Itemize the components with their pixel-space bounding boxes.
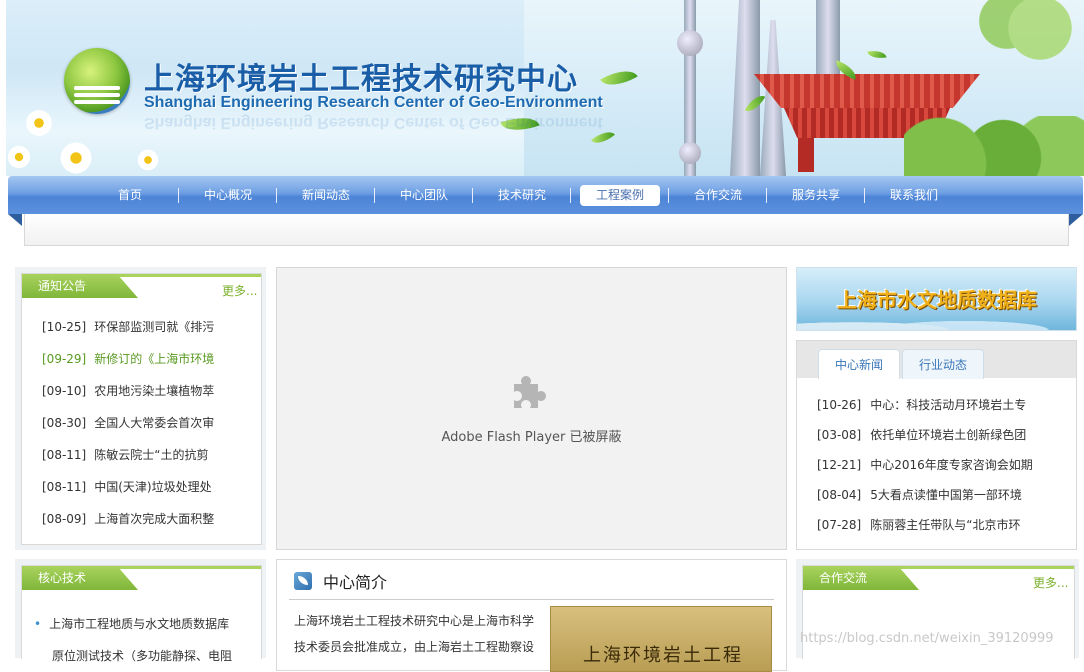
site-subtitle-reflection: Shanghai Engineering Research Center of … <box>144 114 603 131</box>
notice-item[interactable]: [08-11] 中国(天津)垃圾处理处 <box>42 478 212 495</box>
notice-text: 中国(天津)垃圾处理处 <box>94 480 212 494</box>
news-item[interactable]: [10-26] 中心：科技活动月环境岩土专 <box>817 396 1026 413</box>
notice-text: 上海首次完成大面积整 <box>94 512 215 526</box>
notice-panel: 通知公告 更多... [10-25] 环保部监测司就《排污 [09-29] 新修订的… <box>21 273 262 545</box>
notice-text: 新修订的《上海市环境 <box>94 352 215 366</box>
cooperation-title: 合作交流 <box>803 566 919 590</box>
news-text: 中心：科技活动月环境岩土专 <box>870 398 1027 412</box>
nav-separator <box>276 188 277 203</box>
news-item[interactable]: [12-21] 中心2016年度专家咨询会如期 <box>817 456 1033 473</box>
nav-research[interactable]: 技术研究 <box>490 185 554 206</box>
hydrogeology-database-banner[interactable]: 上海市水文地质数据库 <box>796 267 1077 331</box>
nav-news[interactable]: 新闻动态 <box>294 185 358 206</box>
news-date: [12-21] <box>817 458 862 472</box>
center-intro-panel: 中心简介 上海环境岩土工程技术研究中心是上海市科学技术委员会批准成立，由上海岩土… <box>276 559 787 672</box>
news-text: 依托单位环境岩土创新绿色团 <box>870 428 1027 442</box>
notice-item[interactable]: [09-29] 新修订的《上海市环境 <box>42 350 214 367</box>
nav-home[interactable]: 首页 <box>106 185 154 206</box>
news-item[interactable]: [08-04] 5大看点读懂中国第一部环境 <box>817 486 1022 503</box>
news-date: [08-04] <box>817 488 862 502</box>
logo-icon <box>64 48 130 114</box>
plugin-puzzle-icon <box>514 376 546 408</box>
pearl-tower-sphere <box>677 30 703 56</box>
trees-image <box>904 116 1084 176</box>
nav-edge-left <box>8 214 22 226</box>
nav-separator <box>374 188 375 203</box>
notice-date: [08-09] <box>42 512 87 526</box>
notice-more-link[interactable]: 更多... <box>222 282 257 299</box>
center-intro-title: 中心简介 <box>323 573 388 592</box>
news-tabs-panel: 中心新闻 行业动态 [10-26] 中心：科技活动月环境岩土专 [03-08] 依托… <box>796 340 1077 550</box>
sub-nav-bar <box>24 214 1069 246</box>
tab-industry-news[interactable]: 行业动态 <box>902 349 984 379</box>
cooperation-more-link[interactable]: 更多... <box>1033 574 1068 591</box>
core-tech-title: 核心技术 <box>22 566 138 590</box>
notice-date: [10-25] <box>42 320 87 334</box>
notice-date: [08-30] <box>42 416 87 430</box>
watermark-text: https://blog.csdn.net/weixin_39120999 <box>800 631 1054 646</box>
hydrogeology-banner-text: 上海市水文地质数据库 <box>837 288 1037 312</box>
daisy-icon <box>58 140 94 176</box>
notice-item[interactable]: [08-11] 陈敏云院士“土的抗剪 <box>42 446 208 463</box>
nav-team[interactable]: 中心团队 <box>392 185 456 206</box>
tab-center-news[interactable]: 中心新闻 <box>818 349 900 379</box>
core-tech-panel: 核心技术 • 上海市工程地质与水文地质数据库 原位测试技术（多功能静探、电阻 <box>21 565 262 663</box>
news-date: [07-28] <box>817 518 862 532</box>
core-tech-text: 上海市工程地质与水文地质数据库 <box>49 617 230 631</box>
nav-separator <box>570 188 571 203</box>
notice-item[interactable]: [09-10] 农用地污染土壤植物萃 <box>42 382 214 399</box>
nav-cooperation[interactable]: 合作交流 <box>686 185 750 206</box>
core-tech-text: 原位测试技术（多功能静探、电阻 <box>52 649 233 663</box>
site-subtitle: Shanghai Engineering Research Center of … <box>144 94 603 111</box>
center-sign-image: 上海环境岩土工程 <box>550 606 772 672</box>
notice-item[interactable]: [08-09] 上海首次完成大面积整 <box>42 510 214 527</box>
nav-separator <box>472 188 473 203</box>
flash-placeholder[interactable]: Adobe Flash Player 已被屏蔽 <box>276 267 787 550</box>
news-item[interactable]: [07-28] 陈丽蓉主任带队与“北京市环 <box>817 516 1020 533</box>
notice-date: [09-29] <box>42 352 87 366</box>
site-title: 上海环境岩土工程技术研究中心 <box>144 62 578 97</box>
nav-about[interactable]: 中心概况 <box>196 185 260 206</box>
core-tech-item[interactable]: • 上海市工程地质与水文地质数据库 <box>34 615 229 632</box>
notice-text: 环保部监测司就《排污 <box>94 320 215 334</box>
news-item[interactable]: [03-08] 依托单位环境岩土创新绿色团 <box>817 426 1026 443</box>
news-text: 中心2016年度专家咨询会如期 <box>870 458 1033 472</box>
news-date: [10-26] <box>817 398 862 412</box>
nav-separator <box>178 188 179 203</box>
nav-contact[interactable]: 联系我们 <box>882 185 946 206</box>
news-text: 陈丽蓉主任带队与“北京市环 <box>870 518 1021 532</box>
header-banner: 上海环境岩土工程技术研究中心 Shanghai Engineering Rese… <box>6 0 1084 176</box>
notice-text: 农用地污染土壤植物萃 <box>94 384 215 398</box>
center-sign-text: 上海环境岩土工程 <box>583 645 743 666</box>
center-intro-text: 上海环境岩土工程技术研究中心是上海市科学技术委员会批准成立，由上海岩土工程勘察设 <box>294 614 535 654</box>
pavilion-leg <box>798 138 814 172</box>
divider <box>289 599 774 600</box>
daisy-icon <box>6 144 32 170</box>
flash-blocked-message: Adobe Flash Player 已被屏蔽 <box>441 430 622 445</box>
leaf-badge-icon <box>294 572 312 590</box>
notice-title: 通知公告 <box>22 274 138 298</box>
news-date: [03-08] <box>817 428 862 442</box>
notice-date: [08-11] <box>42 448 87 462</box>
notice-text: 陈敏云院士“土的抗剪 <box>94 448 209 462</box>
nav-separator <box>766 188 767 203</box>
news-text: 5大看点读懂中国第一部环境 <box>870 488 1022 502</box>
pavilion-roof <box>754 74 980 108</box>
pearl-tower-sphere-lower <box>679 142 701 164</box>
nav-services[interactable]: 服务共享 <box>784 185 848 206</box>
notice-date: [09-10] <box>42 384 87 398</box>
notice-item[interactable]: [10-25] 环保部监测司就《排污 <box>42 318 214 335</box>
notice-item[interactable]: [08-30] 全国人大常委会首次审 <box>42 414 214 431</box>
nav-cases[interactable]: 工程案例 <box>580 185 660 206</box>
notice-text: 全国人大常委会首次审 <box>94 416 215 430</box>
bullet-icon: • <box>34 617 42 631</box>
nav-separator <box>668 188 669 203</box>
nav-edge-right <box>1069 214 1083 226</box>
daisy-icon <box>24 108 54 138</box>
notice-date: [08-11] <box>42 480 87 494</box>
core-tech-item[interactable]: 原位测试技术（多功能静探、电阻 <box>52 647 232 664</box>
daisy-icon <box>136 148 160 172</box>
nav-separator <box>864 188 865 203</box>
tree-foliage <box>974 0 1084 70</box>
